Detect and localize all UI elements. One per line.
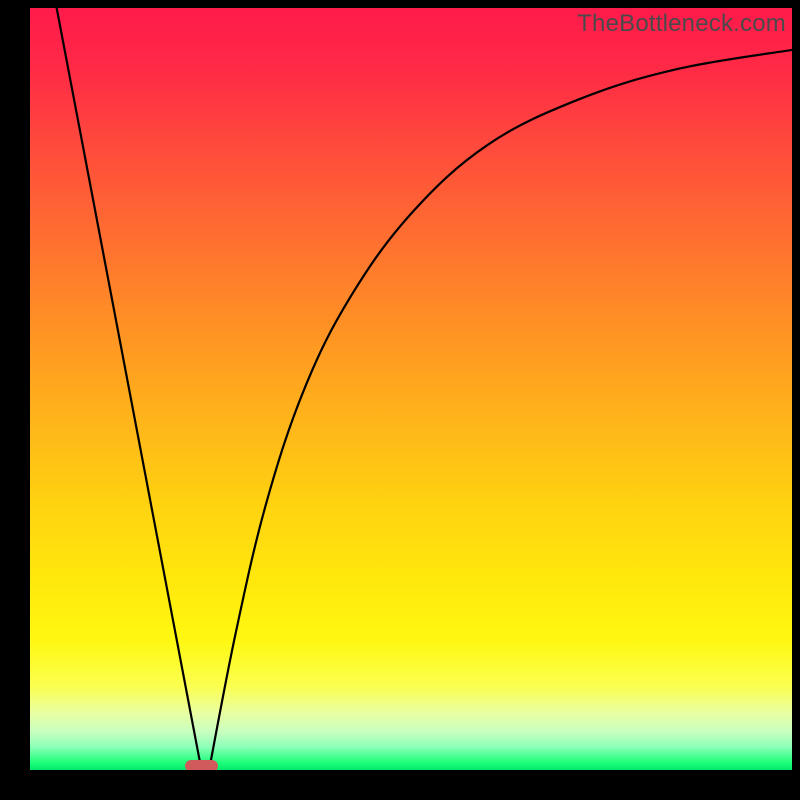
bottleneck-curve: [30, 8, 792, 770]
plot-area: TheBottleneck.com: [30, 8, 792, 770]
chart-frame: TheBottleneck.com: [0, 0, 800, 800]
minimum-marker: [185, 760, 218, 770]
